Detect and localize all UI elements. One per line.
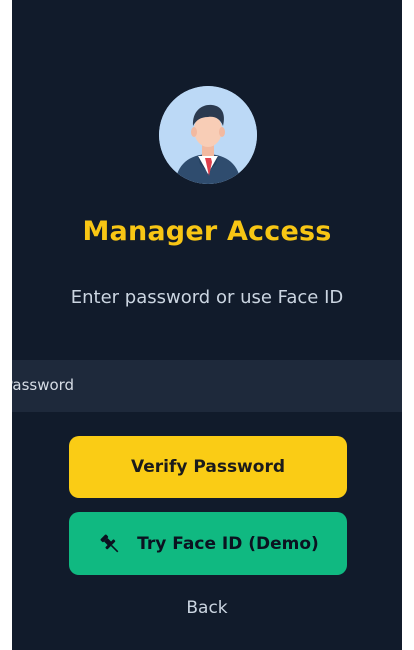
pushpin-icon bbox=[97, 531, 123, 557]
page-title: Manager Access bbox=[82, 216, 332, 247]
page-subtitle: Enter password or use Face ID bbox=[70, 287, 344, 308]
password-field[interactable]: Password bbox=[12, 360, 402, 412]
password-placeholder: Password bbox=[12, 376, 75, 394]
face-id-button[interactable]: Try Face ID (Demo) bbox=[69, 512, 347, 575]
manager-access-screen: Manager Access Enter password or use Fac… bbox=[12, 0, 402, 650]
verify-password-button[interactable]: Verify Password bbox=[69, 436, 347, 498]
face-id-label: Try Face ID (Demo) bbox=[137, 533, 319, 554]
verify-password-label: Verify Password bbox=[130, 457, 285, 477]
back-link[interactable]: Back bbox=[12, 598, 402, 618]
manager-avatar-icon bbox=[159, 86, 257, 184]
